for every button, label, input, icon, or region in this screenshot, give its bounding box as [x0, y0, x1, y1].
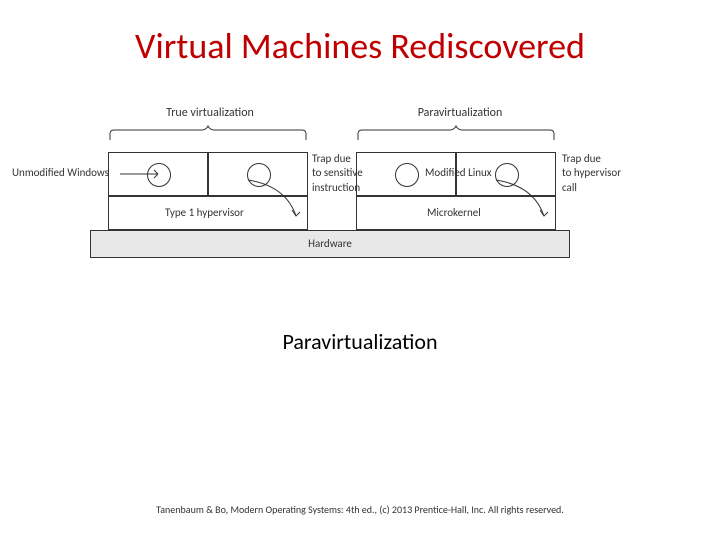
- label-trap-hypervisor: Trap due to hypervisor call: [562, 152, 632, 195]
- box-hardware: Hardware: [90, 230, 570, 258]
- bracket-left: [108, 124, 308, 142]
- label-true-virtualization: True virtualization: [130, 106, 290, 120]
- slide-subtitle: Paravirtualization: [0, 328, 720, 355]
- label-paravirtualization: Paravirtualization: [380, 106, 540, 120]
- arrow-trap-hypervisor: [494, 178, 564, 222]
- label-unmodified-windows: Unmodified Windows: [12, 166, 109, 179]
- label-microkernel: Microkernel: [427, 206, 481, 219]
- label-trap-sensitive: Trap due to sensitive instruction: [312, 152, 372, 195]
- process-circle-icon: [395, 163, 419, 187]
- label-type1-hypervisor: Type 1 hypervisor: [165, 206, 244, 219]
- slide-title: Virtual Machines Rediscovered: [0, 0, 720, 68]
- label-modified-linux: Modified Linux: [425, 166, 492, 179]
- virtualization-diagram: True virtualization Paravirtualization U…: [90, 106, 640, 306]
- slide-footer: Tanenbaum & Bo, Modern Operating Systems…: [0, 503, 720, 516]
- pointer-windows: [120, 172, 160, 180]
- arrow-trap-sensitive: [246, 178, 316, 222]
- bracket-right: [356, 124, 556, 142]
